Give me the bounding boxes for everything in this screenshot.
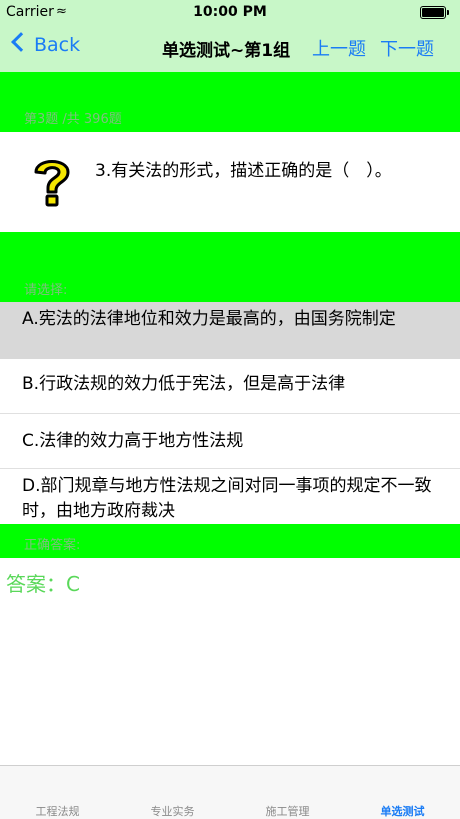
choose-label: 请选择:: [24, 283, 68, 298]
status-time: 10:00 PM: [193, 4, 267, 20]
question-text: 3.有关法的形式，描述正确的是（ ）。: [95, 161, 392, 181]
option-a-text: A.宪法的法律地位和效力是最高的，由国务院制定: [22, 309, 396, 329]
back-button[interactable]: Back: [11, 32, 81, 56]
top-bar: Carrier ≈ 10:00 PM Back 单选测试~第1组 上一题 下一题: [0, 0, 460, 72]
choose-band: 请选择:: [0, 232, 460, 302]
option-d[interactable]: D.部门规章与地方性法规之间对同一事项的规定不一致时，由地方政府裁决: [0, 469, 460, 524]
question-counter-band: 第3题 /共 396题: [0, 72, 460, 132]
tab-construction-management[interactable]: 施工管理: [230, 803, 345, 819]
navigation-bar: Back 单选测试~第1组 上一题 下一题: [0, 24, 460, 70]
tab-professional-practice[interactable]: 专业实务: [115, 803, 230, 819]
correct-answer-band: 正确答案:: [0, 524, 460, 558]
correct-answer-label: 正确答案:: [24, 538, 81, 553]
battery-icon: [420, 6, 449, 19]
tab-single-choice-test[interactable]: 单选测试: [345, 803, 460, 819]
option-b-text: B.行政法规的效力低于宪法，但是高于法律: [22, 374, 346, 394]
next-question-button[interactable]: 下一题: [380, 35, 434, 61]
previous-question-button[interactable]: 上一题: [312, 35, 366, 61]
chevron-left-icon: [11, 32, 31, 52]
answer-text: 答案：C: [6, 572, 80, 596]
status-bar: Carrier ≈ 10:00 PM: [0, 0, 460, 24]
question-counter: 第3题 /共 396题: [24, 112, 122, 127]
question-mark-icon: [34, 160, 70, 207]
option-a[interactable]: A.宪法的法律地位和效力是最高的，由国务院制定: [0, 302, 460, 359]
back-label: Back: [34, 34, 81, 56]
tab-bar: 工程法规 专业实务 施工管理 单选测试: [0, 765, 460, 819]
option-c-text: C.法律的效力高于地方性法规: [22, 431, 244, 451]
option-d-text: D.部门规章与地方性法规之间对同一事项的规定不一致时，由地方政府裁决: [22, 476, 432, 521]
tab-engineering-law[interactable]: 工程法规: [0, 803, 115, 819]
option-b[interactable]: B.行政法规的效力低于宪法，但是高于法律: [0, 359, 460, 414]
page-title: 单选测试~第1组: [162, 41, 291, 61]
option-c[interactable]: C.法律的效力高于地方性法规: [0, 414, 460, 469]
question-row: 3.有关法的形式，描述正确的是（ ）。: [0, 132, 460, 232]
